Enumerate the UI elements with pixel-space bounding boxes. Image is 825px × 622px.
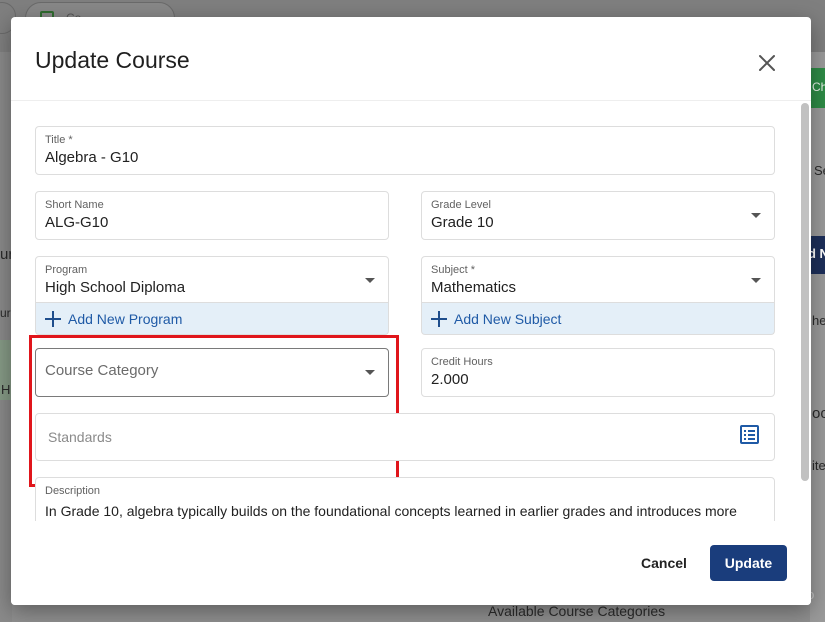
dialog-body[interactable]: Title * Algebra - G10 Short Name ALG-G10…	[11, 101, 811, 521]
add-new-subject-button[interactable]: Add New Subject	[421, 303, 775, 335]
title-value[interactable]: Algebra - G10	[45, 149, 138, 166]
plus-icon	[45, 311, 61, 327]
credit-hours-label: Credit Hours	[431, 356, 493, 368]
standards-field[interactable]: Standards	[35, 413, 775, 461]
background-text-fragment: Ch	[812, 80, 825, 94]
background-text-fragment: ite	[812, 458, 825, 473]
description-label: Description	[45, 485, 101, 497]
chevron-down-icon	[751, 278, 761, 283]
dialog-footer: Cancel Update	[11, 521, 811, 605]
program-select[interactable]: Program High School Diploma	[35, 256, 389, 303]
description-value[interactable]: In Grade 10, algebra typically builds on…	[45, 503, 737, 519]
close-icon	[759, 55, 775, 71]
subject-label: Subject *	[431, 264, 476, 276]
subject-value: Mathematics	[431, 279, 517, 296]
subject-select[interactable]: Subject * Mathematics	[421, 256, 775, 303]
highlight-box	[29, 335, 399, 487]
description-field[interactable]: Description In Grade 10, algebra typical…	[35, 477, 775, 521]
short-name-value[interactable]: ALG-G10	[45, 214, 108, 231]
background-text-fragment: he	[812, 313, 825, 328]
plus-icon	[431, 311, 447, 327]
chevron-down-icon	[751, 213, 761, 218]
program-value: High School Diploma	[45, 279, 186, 296]
dialog-header: Update Course	[11, 17, 811, 101]
credit-hours-value[interactable]: 2.000	[431, 371, 469, 388]
grade-level-label: Grade Level	[431, 199, 491, 211]
title-label: Title *	[45, 134, 73, 146]
dialog-title: Update Course	[35, 47, 190, 73]
background-right-panel	[810, 52, 825, 622]
title-field[interactable]: Title * Algebra - G10	[35, 126, 775, 175]
grade-level-value: Grade 10	[431, 214, 494, 231]
grade-level-select[interactable]: Grade Level Grade 10	[421, 191, 775, 240]
update-course-dialog: Update Course Title * Algebra - G10 Shor…	[11, 17, 811, 605]
background-text-fragment: H	[1, 382, 11, 397]
chevron-down-icon	[365, 278, 375, 283]
background-text-fragment: Se	[814, 163, 825, 178]
add-new-program-label: Add New Program	[68, 311, 183, 327]
close-button[interactable]	[755, 51, 779, 75]
update-button[interactable]: Update	[710, 545, 787, 581]
add-new-program-button[interactable]: Add New Program	[35, 303, 389, 335]
available-categories-heading: Available Course Categories	[488, 603, 666, 619]
program-label: Program	[45, 264, 88, 276]
standards-placeholder: Standards	[48, 429, 112, 445]
cancel-button[interactable]: Cancel	[625, 545, 703, 581]
list-icon[interactable]	[740, 425, 759, 444]
short-name-label: Short Name	[45, 199, 104, 211]
background-text-fragment: oo	[812, 405, 825, 422]
short-name-field[interactable]: Short Name ALG-G10	[35, 191, 389, 240]
background-text-fragment: ur	[0, 306, 11, 320]
add-new-subject-label: Add New Subject	[454, 311, 562, 327]
credit-hours-field[interactable]: Credit Hours 2.000	[421, 348, 775, 397]
dialog-scrollbar[interactable]	[801, 103, 809, 481]
